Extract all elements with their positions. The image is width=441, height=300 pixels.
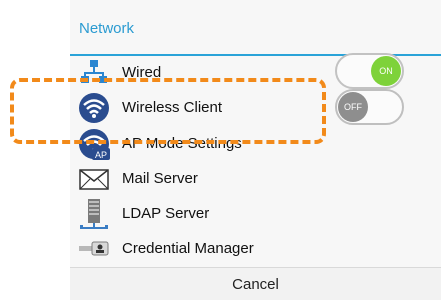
network-dialog: Network Wired Wireless Client AP AP Mode… (70, 0, 441, 300)
cancel-button[interactable]: Cancel (70, 267, 441, 300)
toggle-knob: OFF (338, 92, 368, 122)
ap-badge: AP (95, 150, 107, 160)
menu-item-label: Mail Server (122, 170, 198, 187)
menu-item-credential-manager[interactable]: Credential Manager (70, 231, 441, 266)
server-icon (80, 199, 108, 229)
dialog-title-bar: Network (70, 0, 441, 56)
dialog-title: Network (79, 20, 135, 37)
menu-item-label: Credential Manager (122, 240, 254, 257)
menu-item-mail-server[interactable]: Mail Server (70, 161, 441, 196)
mail-icon (79, 169, 109, 190)
highlight-callout (10, 78, 326, 144)
wireless-toggle[interactable]: OFF (335, 89, 404, 125)
toggle-knob: ON (371, 56, 401, 86)
credential-icon (79, 241, 109, 256)
menu-item-label: LDAP Server (122, 205, 210, 222)
wired-toggle[interactable]: ON (335, 53, 404, 89)
cancel-label: Cancel (232, 276, 279, 293)
menu-item-ldap-server[interactable]: LDAP Server (70, 196, 441, 231)
